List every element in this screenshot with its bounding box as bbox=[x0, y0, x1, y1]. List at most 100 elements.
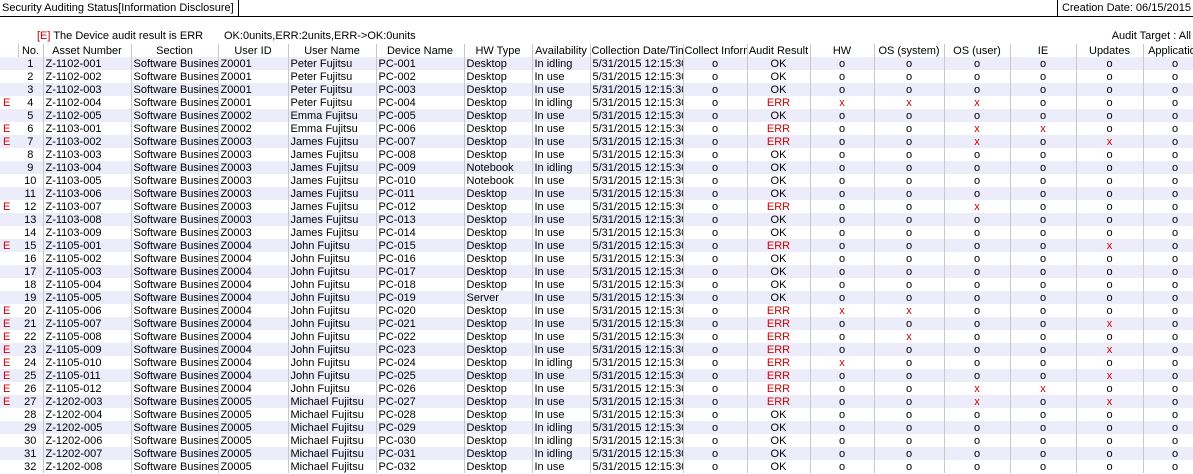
availability-cell[interactable]: In use bbox=[532, 148, 591, 161]
user-name-cell[interactable]: John Fujitsu bbox=[288, 382, 377, 395]
collect-information-cell[interactable]: o bbox=[683, 213, 748, 226]
error-flag-cell[interactable] bbox=[0, 447, 18, 460]
application-result-cell[interactable]: o bbox=[1143, 109, 1193, 122]
availability-cell[interactable]: In idling bbox=[532, 57, 591, 70]
ie-result-cell[interactable]: o bbox=[1010, 395, 1077, 408]
error-flag-cell[interactable] bbox=[0, 161, 18, 174]
ie-result-cell[interactable]: o bbox=[1010, 96, 1077, 109]
hw-result-cell[interactable]: o bbox=[810, 265, 875, 278]
row-number-cell[interactable]: 22 bbox=[18, 330, 44, 343]
table-row[interactable]: 18 Z-1105-004 Software Business Z0004 John F… bbox=[0, 278, 1193, 291]
collection-date-cell[interactable]: 5/31/2015 12:15:30 bbox=[590, 460, 684, 473]
user-id-cell[interactable]: Z0004 bbox=[218, 382, 289, 395]
collection-date-cell[interactable]: 5/31/2015 12:15:30 bbox=[590, 291, 684, 304]
user-id-cell[interactable]: Z0001 bbox=[218, 83, 289, 96]
application-result-cell[interactable]: o bbox=[1143, 57, 1193, 70]
table-row[interactable]: 17 Z-1105-003 Software Business Z0004 John F… bbox=[0, 265, 1193, 278]
collect-information-cell[interactable]: o bbox=[683, 291, 748, 304]
section-cell[interactable]: Software Business bbox=[131, 83, 219, 96]
application-result-cell[interactable]: o bbox=[1143, 460, 1193, 473]
application-result-cell[interactable]: o bbox=[1143, 122, 1193, 135]
collect-information-cell[interactable]: o bbox=[683, 447, 748, 460]
section-cell[interactable]: Software Business bbox=[131, 317, 219, 330]
hw-type-cell[interactable]: Desktop bbox=[464, 330, 533, 343]
collection-date-cell[interactable]: 5/31/2015 12:15:30 bbox=[590, 330, 684, 343]
updates-result-cell[interactable]: x bbox=[1076, 395, 1144, 408]
audit-result-cell[interactable]: OK bbox=[747, 252, 811, 265]
application-result-cell[interactable]: o bbox=[1143, 226, 1193, 239]
hw-result-cell[interactable]: x bbox=[810, 96, 875, 109]
os-system-result-cell[interactable]: o bbox=[874, 382, 945, 395]
application-result-cell[interactable]: o bbox=[1143, 317, 1193, 330]
device-name-cell[interactable]: PC-015 bbox=[376, 239, 465, 252]
section-cell[interactable]: Software Business bbox=[131, 96, 219, 109]
updates-result-cell[interactable]: o bbox=[1076, 161, 1144, 174]
updates-result-cell[interactable]: o bbox=[1076, 291, 1144, 304]
os-system-result-cell[interactable]: o bbox=[874, 135, 945, 148]
collection-date-cell[interactable]: 5/31/2015 12:15:30 bbox=[590, 369, 684, 382]
ie-result-cell[interactable]: o bbox=[1010, 447, 1077, 460]
row-number-cell[interactable]: 19 bbox=[18, 291, 44, 304]
error-flag-cell[interactable]: E bbox=[0, 395, 18, 408]
error-flag-cell[interactable] bbox=[0, 174, 18, 187]
user-id-cell[interactable]: Z0003 bbox=[218, 161, 289, 174]
row-number-cell[interactable]: 18 bbox=[18, 278, 44, 291]
section-cell[interactable]: Software Business bbox=[131, 148, 219, 161]
hw-result-cell[interactable]: x bbox=[810, 304, 875, 317]
collect-information-cell[interactable]: o bbox=[683, 122, 748, 135]
col-header-hw[interactable]: HW bbox=[810, 44, 875, 57]
table-row[interactable]: 1 Z-1102-001 Software Business Z0001 Peter F… bbox=[0, 57, 1193, 70]
ie-result-cell[interactable]: o bbox=[1010, 83, 1077, 96]
audit-result-cell[interactable]: OK bbox=[747, 291, 811, 304]
collection-date-cell[interactable]: 5/31/2015 12:15:30 bbox=[590, 265, 684, 278]
asset-number-cell[interactable]: Z-1102-003 bbox=[43, 83, 132, 96]
hw-type-cell[interactable]: Desktop bbox=[464, 57, 533, 70]
ie-result-cell[interactable]: o bbox=[1010, 317, 1077, 330]
row-number-cell[interactable]: 9 bbox=[18, 161, 44, 174]
device-name-cell[interactable]: PC-018 bbox=[376, 278, 465, 291]
row-number-cell[interactable]: 27 bbox=[18, 395, 44, 408]
collection-date-cell[interactable]: 5/31/2015 12:15:30 bbox=[590, 408, 684, 421]
collection-date-cell[interactable]: 5/31/2015 12:15:30 bbox=[590, 57, 684, 70]
device-name-cell[interactable]: PC-029 bbox=[376, 421, 465, 434]
section-cell[interactable]: Software Business bbox=[131, 213, 219, 226]
collection-date-cell[interactable]: 5/31/2015 12:15:30 bbox=[590, 83, 684, 96]
hw-result-cell[interactable]: o bbox=[810, 330, 875, 343]
application-result-cell[interactable]: o bbox=[1143, 148, 1193, 161]
availability-cell[interactable]: In use bbox=[532, 239, 591, 252]
updates-result-cell[interactable]: o bbox=[1076, 265, 1144, 278]
user-name-cell[interactable]: Peter Fujitsu bbox=[288, 57, 377, 70]
updates-result-cell[interactable]: o bbox=[1076, 278, 1144, 291]
collect-information-cell[interactable]: o bbox=[683, 174, 748, 187]
ie-result-cell[interactable]: o bbox=[1010, 408, 1077, 421]
user-name-cell[interactable]: James Fujitsu bbox=[288, 174, 377, 187]
user-name-cell[interactable]: Peter Fujitsu bbox=[288, 96, 377, 109]
availability-cell[interactable]: In use bbox=[532, 109, 591, 122]
row-number-cell[interactable]: 4 bbox=[18, 96, 44, 109]
col-header-hw-type[interactable]: HW Type bbox=[464, 44, 533, 57]
row-number-cell[interactable]: 15 bbox=[18, 239, 44, 252]
error-flag-cell[interactable] bbox=[0, 70, 18, 83]
hw-type-cell[interactable]: Desktop bbox=[464, 109, 533, 122]
collect-information-cell[interactable]: o bbox=[683, 382, 748, 395]
asset-number-cell[interactable]: Z-1202-006 bbox=[43, 434, 132, 447]
updates-result-cell[interactable]: o bbox=[1076, 122, 1144, 135]
collect-information-cell[interactable]: o bbox=[683, 148, 748, 161]
user-id-cell[interactable]: Z0004 bbox=[218, 343, 289, 356]
hw-result-cell[interactable]: o bbox=[810, 148, 875, 161]
device-name-cell[interactable]: PC-030 bbox=[376, 434, 465, 447]
hw-type-cell[interactable]: Desktop bbox=[464, 434, 533, 447]
device-name-cell[interactable]: PC-007 bbox=[376, 135, 465, 148]
hw-result-cell[interactable]: o bbox=[810, 161, 875, 174]
asset-number-cell[interactable]: Z-1105-012 bbox=[43, 382, 132, 395]
asset-number-cell[interactable]: Z-1105-005 bbox=[43, 291, 132, 304]
user-id-cell[interactable]: Z0004 bbox=[218, 291, 289, 304]
device-name-cell[interactable]: PC-014 bbox=[376, 226, 465, 239]
os-system-result-cell[interactable]: o bbox=[874, 460, 945, 473]
collect-information-cell[interactable]: o bbox=[683, 304, 748, 317]
hw-type-cell[interactable]: Desktop bbox=[464, 369, 533, 382]
collect-information-cell[interactable]: o bbox=[683, 356, 748, 369]
hw-type-cell[interactable]: Desktop bbox=[464, 343, 533, 356]
user-name-cell[interactable]: John Fujitsu bbox=[288, 265, 377, 278]
user-id-cell[interactable]: Z0003 bbox=[218, 213, 289, 226]
